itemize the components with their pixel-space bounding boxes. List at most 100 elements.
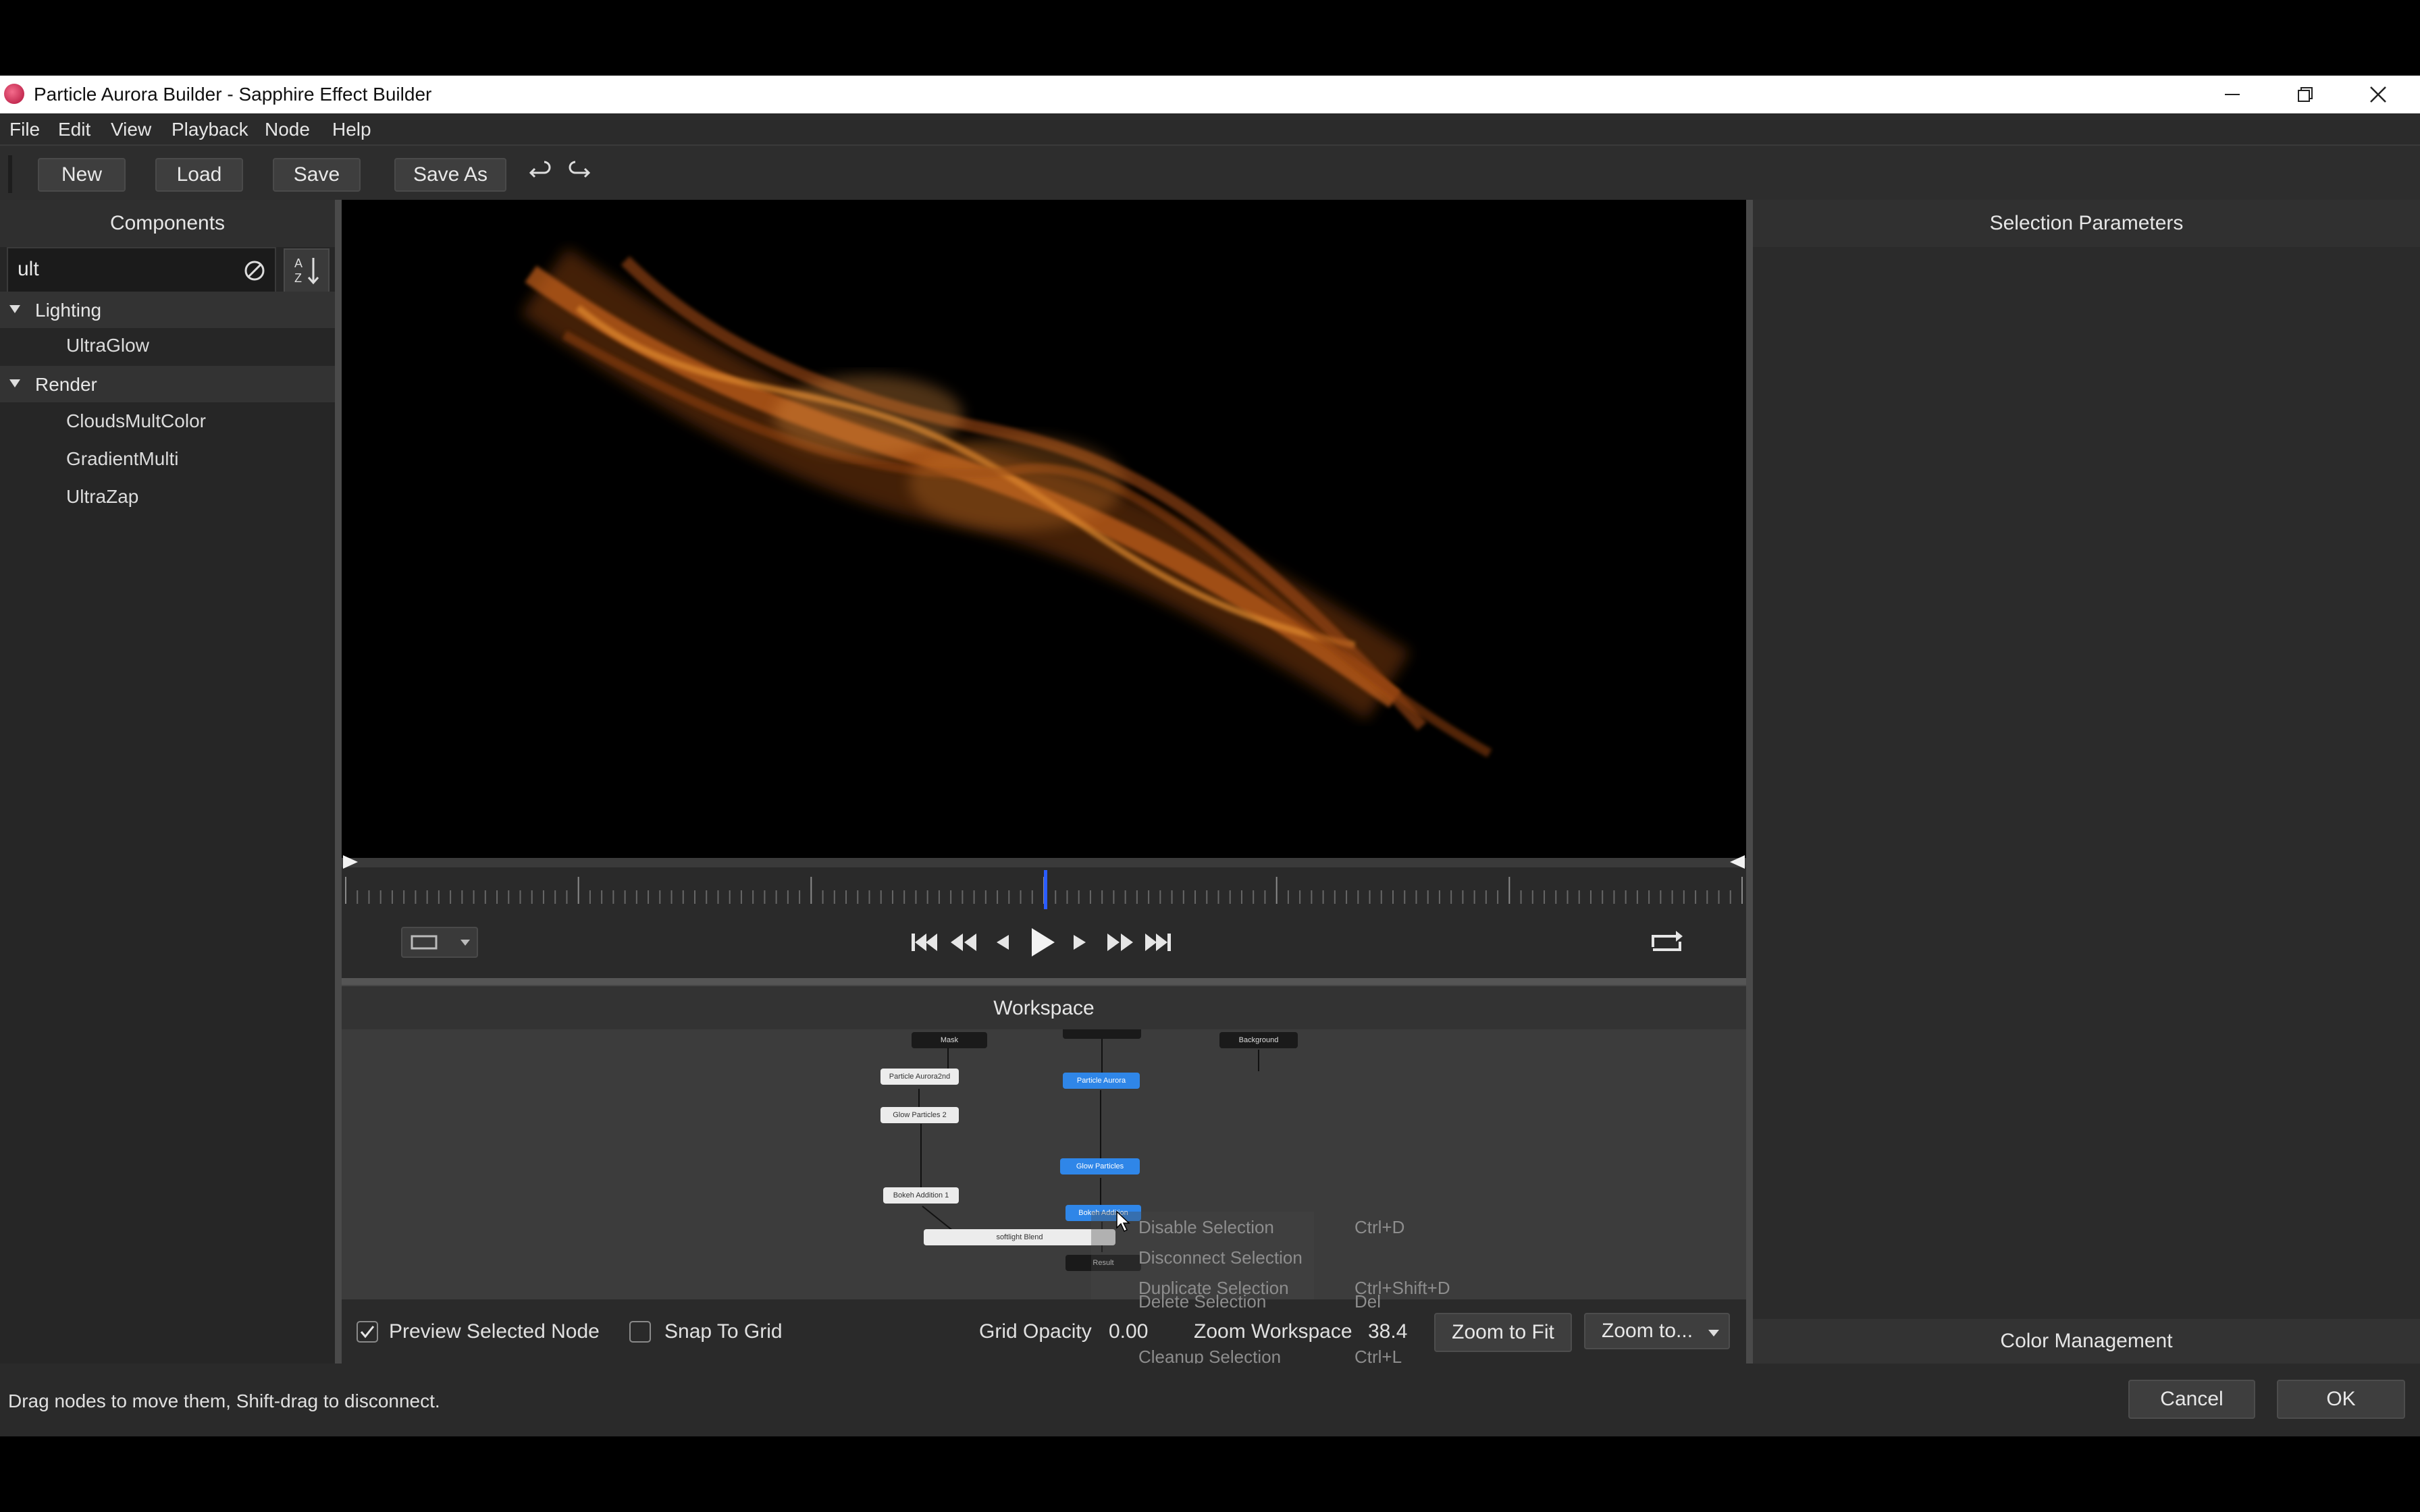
timeline[interactable] [342, 855, 1746, 911]
toolbar-grip [8, 155, 12, 193]
category-label: Lighting [35, 300, 102, 321]
save-as-button[interactable]: Save As [394, 158, 506, 192]
undo-icon [529, 161, 551, 178]
tree-item-cloudsmultcolor[interactable]: CloudsMultColor [66, 410, 206, 432]
preview-selected-label: Preview Selected Node [389, 1320, 600, 1343]
svg-text:A: A [294, 256, 302, 270]
undo-button[interactable] [528, 159, 555, 190]
restore-icon [2298, 87, 2313, 102]
context-shortcut-disable: Ctrl+D [1354, 1217, 1405, 1237]
toolbar: New Load Save Save As [0, 146, 2420, 200]
playhead[interactable] [1044, 870, 1047, 909]
app-icon [4, 84, 24, 104]
fast-forward-icon[interactable] [1103, 927, 1137, 958]
aurora-preview-image [521, 247, 1492, 758]
status-hint: Drag nodes to move them, Shift-drag to d… [8, 1390, 440, 1411]
svg-text:Z: Z [294, 271, 302, 285]
view-mode-dropdown[interactable] [401, 927, 478, 958]
range-bar[interactable] [342, 858, 1746, 867]
close-icon [2370, 86, 2386, 103]
right-splitter[interactable] [1746, 200, 1753, 1364]
selection-parameters-header: Selection Parameters [1753, 200, 2420, 247]
category-label: Render [35, 374, 97, 395]
zoom-workspace-value[interactable]: 38.4 [1368, 1320, 1407, 1343]
close-button[interactable] [2342, 76, 2415, 113]
minimize-icon [2225, 94, 2240, 95]
menu-node[interactable]: Node [265, 119, 310, 140]
tree-category-render[interactable]: Render [0, 366, 335, 402]
transport-bar [342, 911, 1746, 978]
left-splitter[interactable] [335, 200, 342, 1364]
zoom-to-label: Zoom to... [1602, 1320, 1693, 1342]
node-glow-particles[interactable]: Glow Particles [1060, 1158, 1140, 1174]
workspace-canvas[interactable]: Mask Background Particle Aurora2nd Glow … [342, 1029, 1746, 1299]
play-icon[interactable] [1024, 923, 1060, 962]
chevron-down-icon [1708, 1330, 1719, 1336]
search-input[interactable]: ult [7, 247, 276, 293]
menu-playback[interactable]: Playback [172, 119, 248, 140]
context-shortcut-delete: Del [1354, 1291, 1382, 1312]
node-connections [918, 1037, 1259, 1252]
tree-item-gradientmulti[interactable]: GradientMulti [66, 448, 179, 470]
preview-selected-checkbox[interactable] [357, 1321, 378, 1343]
load-button[interactable]: Load [155, 158, 243, 192]
context-item-disconnect[interactable]: Disconnect Selection [1138, 1247, 1303, 1268]
menu-edit[interactable]: Edit [58, 119, 90, 140]
rewind-icon[interactable] [947, 927, 980, 958]
viewer-splitter[interactable] [342, 978, 1746, 985]
display-mode-icon [411, 935, 470, 950]
clear-search-icon[interactable] [243, 259, 266, 282]
skip-to-end-icon[interactable] [1142, 927, 1176, 958]
search-value: ult [18, 258, 39, 280]
sort-az-icon: A Z [294, 256, 319, 285]
color-management-header[interactable]: Color Management [1753, 1319, 2420, 1364]
node-top-input[interactable] [1063, 1029, 1141, 1039]
snap-to-grid-label: Snap To Grid [664, 1320, 783, 1343]
node-particle-aurora-2nd[interactable]: Particle Aurora2nd [880, 1069, 959, 1085]
window-title: Particle Aurora Builder - Sapphire Effec… [34, 84, 432, 105]
redo-icon [569, 161, 591, 178]
tree-category-lighting[interactable]: Lighting [0, 292, 335, 328]
minimize-button[interactable] [2196, 76, 2269, 113]
loop-icon[interactable] [1648, 927, 1685, 958]
workspace-toolbar: Preview Selected Node Snap To Grid Grid … [342, 1291, 1746, 1367]
snap-to-grid-checkbox[interactable] [629, 1321, 651, 1343]
redo-button[interactable] [564, 159, 591, 190]
new-button[interactable]: New [38, 158, 126, 192]
node-particle-aurora[interactable]: Particle Aurora [1063, 1073, 1140, 1089]
node-background[interactable]: Background [1219, 1032, 1298, 1048]
tree-item-ultraglow[interactable]: UltraGlow [66, 335, 149, 356]
checkmark-icon [360, 1326, 375, 1339]
workspace-header: Workspace [342, 985, 1746, 1031]
context-item-delete[interactable]: Delete Selection [1138, 1291, 1266, 1312]
node-bokeh-addition-1[interactable]: Bokeh Addition 1 [883, 1187, 959, 1204]
zoom-to-dropdown[interactable]: Zoom to... [1584, 1313, 1730, 1349]
tree-item-ultrazap[interactable]: UltraZap [66, 486, 138, 508]
step-forward-icon[interactable] [1067, 927, 1094, 958]
menu-bar: File Edit View Playback Node Help [0, 113, 2420, 146]
step-back-icon[interactable] [989, 927, 1016, 958]
selection-parameters-panel: Selection Parameters Color Management [1753, 200, 2420, 1364]
skip-to-start-icon[interactable] [906, 927, 940, 958]
node-glow-particles-2[interactable]: Glow Particles 2 [880, 1107, 959, 1123]
context-item-disable[interactable]: Disable Selection [1138, 1217, 1274, 1238]
menu-help[interactable]: Help [332, 119, 371, 140]
zoom-to-fit-button[interactable]: Zoom to Fit [1434, 1313, 1572, 1352]
cancel-button[interactable]: Cancel [2128, 1380, 2255, 1419]
ok-button[interactable]: OK [2277, 1380, 2405, 1419]
menu-file[interactable]: File [9, 119, 40, 140]
save-button[interactable]: Save [273, 158, 361, 192]
range-end-handle-icon[interactable] [1727, 853, 1746, 871]
menu-view[interactable]: View [111, 119, 151, 140]
zoom-workspace-label: Zoom Workspace [1194, 1320, 1352, 1343]
node-mask[interactable]: Mask [912, 1032, 987, 1048]
grid-opacity-value[interactable]: 0.00 [1109, 1320, 1148, 1343]
title-bar: Particle Aurora Builder - Sapphire Effec… [0, 76, 2420, 113]
range-start-handle-icon[interactable] [342, 853, 361, 871]
restore-button[interactable] [2269, 76, 2342, 113]
node-softlight-blend[interactable]: softlight Blend [924, 1229, 1115, 1245]
status-bar: Drag nodes to move them, Shift-drag to d… [0, 1364, 2420, 1436]
sort-button[interactable]: A Z [284, 248, 330, 293]
preview-viewer[interactable] [342, 200, 1746, 858]
grid-opacity-label: Grid Opacity [979, 1320, 1092, 1343]
